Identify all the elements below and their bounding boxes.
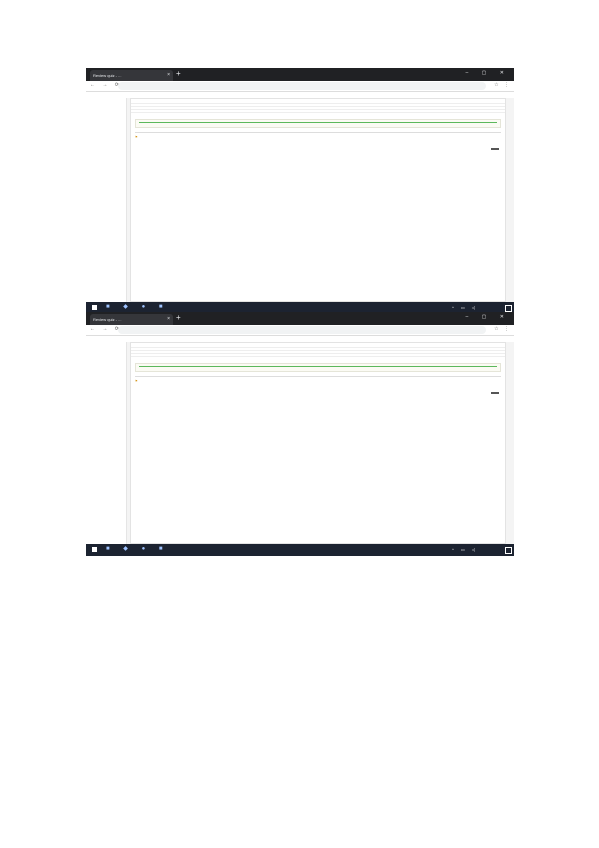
window-controls[interactable]: – ▢ ✕ <box>466 70 510 76</box>
browser-tab[interactable]: Review quiz - ... × <box>90 70 173 81</box>
browser-screenshot-2: Review quiz - ... × + – ▢ ✕ ← → ⟳ ☆ ⋮ ⚑ … <box>86 312 514 556</box>
question-text <box>135 385 501 387</box>
progress-bar <box>139 122 497 123</box>
quiz-review-content: ⚑ <box>130 342 506 544</box>
url-field[interactable] <box>118 82 486 90</box>
question-points <box>489 391 499 395</box>
quiz-review-content: ⚑ <box>130 98 506 302</box>
taskbar-app-icons[interactable]: ■ ◆ ● ■ <box>106 303 169 310</box>
summary-row <box>131 356 505 359</box>
new-tab-icon[interactable]: + <box>176 313 181 322</box>
close-tab-icon[interactable]: × <box>167 314 170 325</box>
question-block: ⚑ <box>135 132 501 150</box>
flag-icon[interactable]: ⚑ <box>135 135 138 139</box>
course-sidebar <box>86 342 127 544</box>
browser-menu-icons[interactable]: ☆ ⋮ <box>494 326 511 332</box>
taskbar-app-icons[interactable]: ■ ◆ ● ■ <box>106 545 169 552</box>
close-tab-icon[interactable]: × <box>167 70 170 81</box>
new-tab-icon[interactable]: + <box>176 69 181 78</box>
window-controls[interactable]: – ▢ ✕ <box>466 314 510 320</box>
points-button[interactable] <box>491 148 499 150</box>
tab-title: Review quiz - ... <box>93 317 122 322</box>
windows-taskbar: ■ ◆ ● ■ ^ ▭ ◁ <box>86 544 514 556</box>
feedback-box <box>135 119 501 128</box>
browser-screenshot-1: Review quiz - ... × + – ▢ ✕ ← → ⟳ ☆ ⋮ ⚑ … <box>86 68 514 314</box>
question-text <box>135 141 501 143</box>
windows-start-icon[interactable] <box>92 305 97 310</box>
summary-row <box>131 112 505 115</box>
system-tray-icons[interactable]: ^ ▭ ◁ <box>452 305 478 310</box>
flag-icon[interactable]: ⚑ <box>135 379 138 383</box>
course-sidebar <box>86 98 127 302</box>
points-button[interactable] <box>491 392 499 394</box>
tab-bar: Review quiz - ... × + – ▢ ✕ <box>86 68 514 81</box>
windows-start-icon[interactable] <box>92 547 97 552</box>
sidebar-section[interactable] <box>86 120 126 124</box>
notification-icon[interactable] <box>505 305 512 312</box>
question-block: ⚑ <box>135 376 501 394</box>
progress-bar <box>139 366 497 367</box>
url-field[interactable] <box>118 326 486 334</box>
question-points <box>489 147 499 151</box>
notification-icon[interactable] <box>505 547 512 554</box>
feedback-box <box>135 363 501 372</box>
tab-title: Review quiz - ... <box>93 73 122 78</box>
address-bar-row: ← → ⟳ ☆ ⋮ <box>86 81 514 92</box>
browser-tab[interactable]: Review quiz - ... × <box>90 314 173 325</box>
browser-menu-icons[interactable]: ☆ ⋮ <box>494 82 511 88</box>
tab-bar: Review quiz - ... × + – ▢ ✕ <box>86 312 514 325</box>
system-tray-icons[interactable]: ^ ▭ ◁ <box>452 547 478 552</box>
address-bar-row: ← → ⟳ ☆ ⋮ <box>86 325 514 336</box>
sidebar-section[interactable] <box>86 364 126 368</box>
